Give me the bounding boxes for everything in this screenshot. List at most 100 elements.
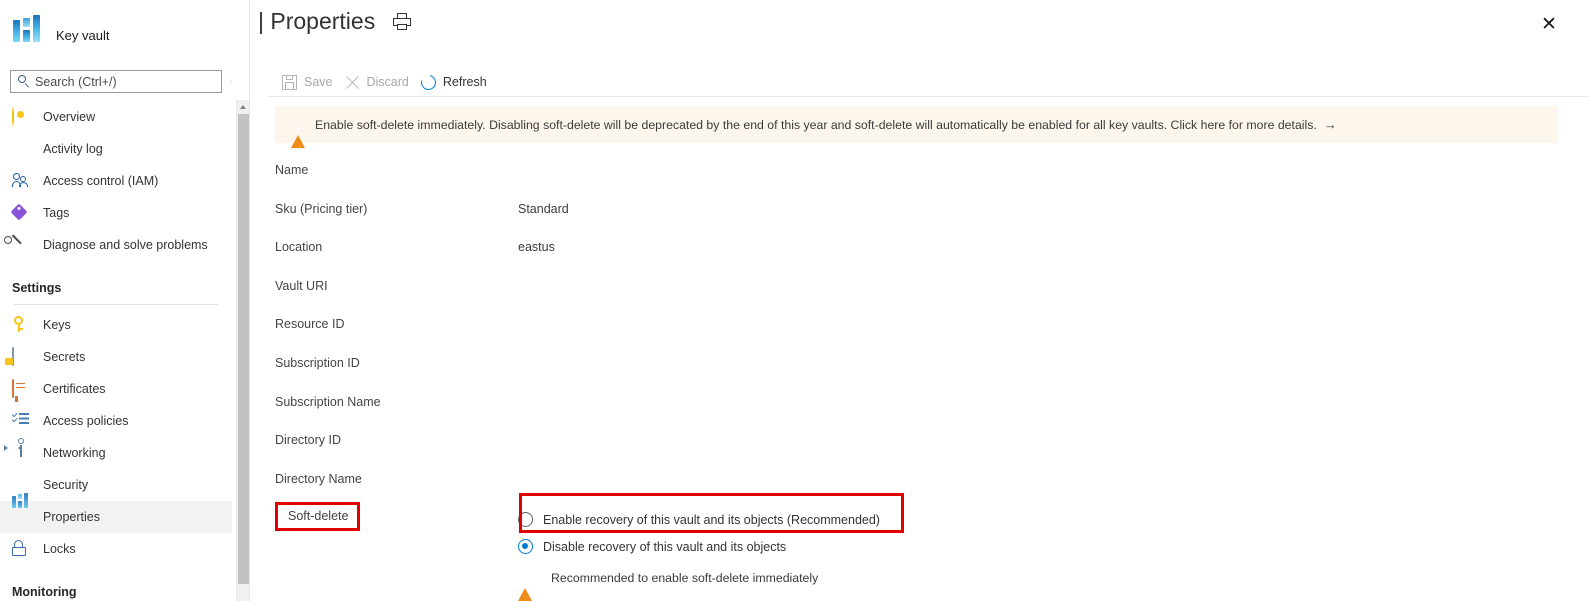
toolbar: Save Discard Refresh xyxy=(280,68,497,96)
sidebar-item-label: Networking xyxy=(43,446,106,460)
azure-portal-key-vault-properties: Key vault Search (Ctrl+/) « Overview Act… xyxy=(0,0,1590,601)
soft-delete-label-highlight: Soft-delete xyxy=(275,502,361,531)
soft-delete-options: Enable recovery of this vault and its ob… xyxy=(518,497,880,601)
property-row: Name xyxy=(275,158,1575,197)
property-value: Standard xyxy=(518,201,569,216)
radio-disable-recovery[interactable] xyxy=(518,539,533,554)
sidebar-item-label: Properties xyxy=(43,510,100,524)
property-value: eastus xyxy=(518,240,555,255)
sidebar-item-tags[interactable]: Tags xyxy=(0,197,232,229)
property-row: Resource ID xyxy=(275,312,1575,351)
property-label: Directory ID xyxy=(275,433,341,448)
soft-delete-note: Recommended to enable soft-delete immedi… xyxy=(518,571,880,601)
property-row: Subscription Name xyxy=(275,390,1575,429)
property-row: Location eastus xyxy=(275,235,1575,274)
radio-disable-recovery-label[interactable]: Disable recovery of this vault and its o… xyxy=(543,540,786,554)
refresh-button[interactable]: Refresh xyxy=(418,68,497,96)
sidebar-item-label: Access policies xyxy=(43,414,129,428)
sidebar-item-label: Access control (IAM) xyxy=(43,174,159,188)
refresh-button-label: Refresh xyxy=(442,75,487,89)
sidebar-item-label: Activity log xyxy=(43,142,103,156)
property-label: Location xyxy=(275,240,323,255)
arrow-right-icon[interactable]: → xyxy=(1324,117,1337,132)
radio-enable-recovery-label[interactable]: Enable recovery of this vault and its ob… xyxy=(543,513,880,527)
warning-icon xyxy=(518,571,533,601)
sidebar-item-keys[interactable]: Keys xyxy=(0,309,232,341)
search-icon xyxy=(17,75,30,88)
sidebar-item-label: Keys xyxy=(43,318,71,332)
sidebar-item-activity-log[interactable]: Activity log xyxy=(0,133,232,165)
sidebar-group-label: Settings xyxy=(12,281,62,295)
property-row: Subscription ID xyxy=(275,351,1575,390)
soft-delete-label: Soft-delete xyxy=(275,502,361,531)
discard-button[interactable]: Discard xyxy=(343,68,419,96)
tags-icon xyxy=(10,203,32,222)
save-button[interactable]: Save xyxy=(280,68,343,96)
property-label: Subscription Name xyxy=(275,394,381,409)
sidebar-item-access-policies[interactable]: Access policies xyxy=(0,405,232,437)
property-label: Name xyxy=(275,163,309,177)
sidebar-group-settings: Settings xyxy=(0,261,232,299)
property-row: Vault URI xyxy=(275,274,1575,313)
sidebar-item-properties[interactable]: Properties xyxy=(0,493,232,533)
sidebar-item-label: Secrets xyxy=(43,350,86,364)
sidebar-item-diagnose[interactable]: Diagnose and solve problems xyxy=(0,229,232,261)
collapse-sidebar-button[interactable]: « xyxy=(231,73,232,87)
sidebar-group-label: Monitoring xyxy=(12,585,77,599)
radio-enable-recovery-row[interactable]: Enable recovery of this vault and its ob… xyxy=(518,506,880,533)
radio-disable-recovery-row[interactable]: Disable recovery of this vault and its o… xyxy=(518,533,880,560)
sidebar-item-label: Overview xyxy=(43,110,96,124)
sidebar-item-security[interactable]: Security xyxy=(0,469,232,501)
sidebar-item-label: Tags xyxy=(43,206,70,220)
activity-log-icon xyxy=(12,140,32,158)
soft-delete-warning-banner[interactable]: Enable soft-delete immediately. Disablin… xyxy=(275,106,1558,148)
search-input[interactable]: Search (Ctrl+/) xyxy=(10,70,222,93)
sidebar-nav: Overview Activity log Access control (IA… xyxy=(0,101,232,601)
property-row: Sku (Pricing tier) Standard xyxy=(275,197,1575,236)
certificates-icon xyxy=(12,379,32,402)
page-title: | Properties xyxy=(258,8,376,34)
sidebar-item-locks[interactable]: Locks xyxy=(0,533,232,565)
property-label: Subscription ID xyxy=(275,355,360,370)
print-icon[interactable] xyxy=(393,12,412,31)
sidebar-scrollbar[interactable] xyxy=(236,100,250,601)
page-header: | Properties xyxy=(258,8,412,35)
sidebar-item-networking[interactable]: Networking xyxy=(0,437,232,469)
sidebar-item-access-control[interactable]: Access control (IAM) xyxy=(0,165,232,197)
access-policies-icon xyxy=(11,411,32,430)
properties-list: Name Sku (Pricing tier) Standard Locatio… xyxy=(275,158,1575,505)
overview-icon xyxy=(12,107,32,126)
locks-icon xyxy=(12,540,32,558)
brand-label: Key vault xyxy=(56,28,110,43)
security-icon xyxy=(12,476,32,494)
toolbar-divider xyxy=(268,96,1590,97)
discard-button-label: Discard xyxy=(366,75,409,89)
sidebar-group-monitoring: Monitoring xyxy=(0,565,232,601)
property-label: Sku (Pricing tier) xyxy=(275,201,368,216)
sidebar-item-overview[interactable]: Overview xyxy=(0,101,232,133)
property-row: Directory Name xyxy=(275,467,1575,506)
radio-enable-recovery[interactable] xyxy=(518,512,533,527)
brand: Key vault xyxy=(12,12,109,44)
warning-icon xyxy=(291,117,306,148)
banner-text: Enable soft-delete immediately. Disablin… xyxy=(315,117,1317,132)
networking-icon xyxy=(4,438,32,462)
scrollbar-thumb[interactable] xyxy=(238,114,249,584)
property-label: Resource ID xyxy=(275,317,345,332)
sidebar-item-label: Locks xyxy=(43,542,76,556)
property-label: Directory Name xyxy=(275,471,362,486)
property-row: Directory ID xyxy=(275,428,1575,467)
refresh-icon xyxy=(418,71,439,93)
sidebar-item-secrets[interactable]: Secrets xyxy=(0,341,232,373)
close-icon[interactable]: ✕ xyxy=(1538,14,1560,36)
search-container: Search (Ctrl+/) xyxy=(10,70,222,93)
discard-icon xyxy=(345,75,360,90)
sidebar-item-certificates[interactable]: Certificates xyxy=(0,373,232,405)
sidebar-item-label: Security xyxy=(43,478,89,492)
access-control-icon xyxy=(12,172,32,190)
sidebar: Key vault Search (Ctrl+/) « Overview Act… xyxy=(0,0,232,601)
save-button-label: Save xyxy=(304,75,333,89)
keys-icon xyxy=(12,316,32,334)
sidebar-divider xyxy=(14,304,218,305)
key-vault-icon xyxy=(12,12,44,44)
